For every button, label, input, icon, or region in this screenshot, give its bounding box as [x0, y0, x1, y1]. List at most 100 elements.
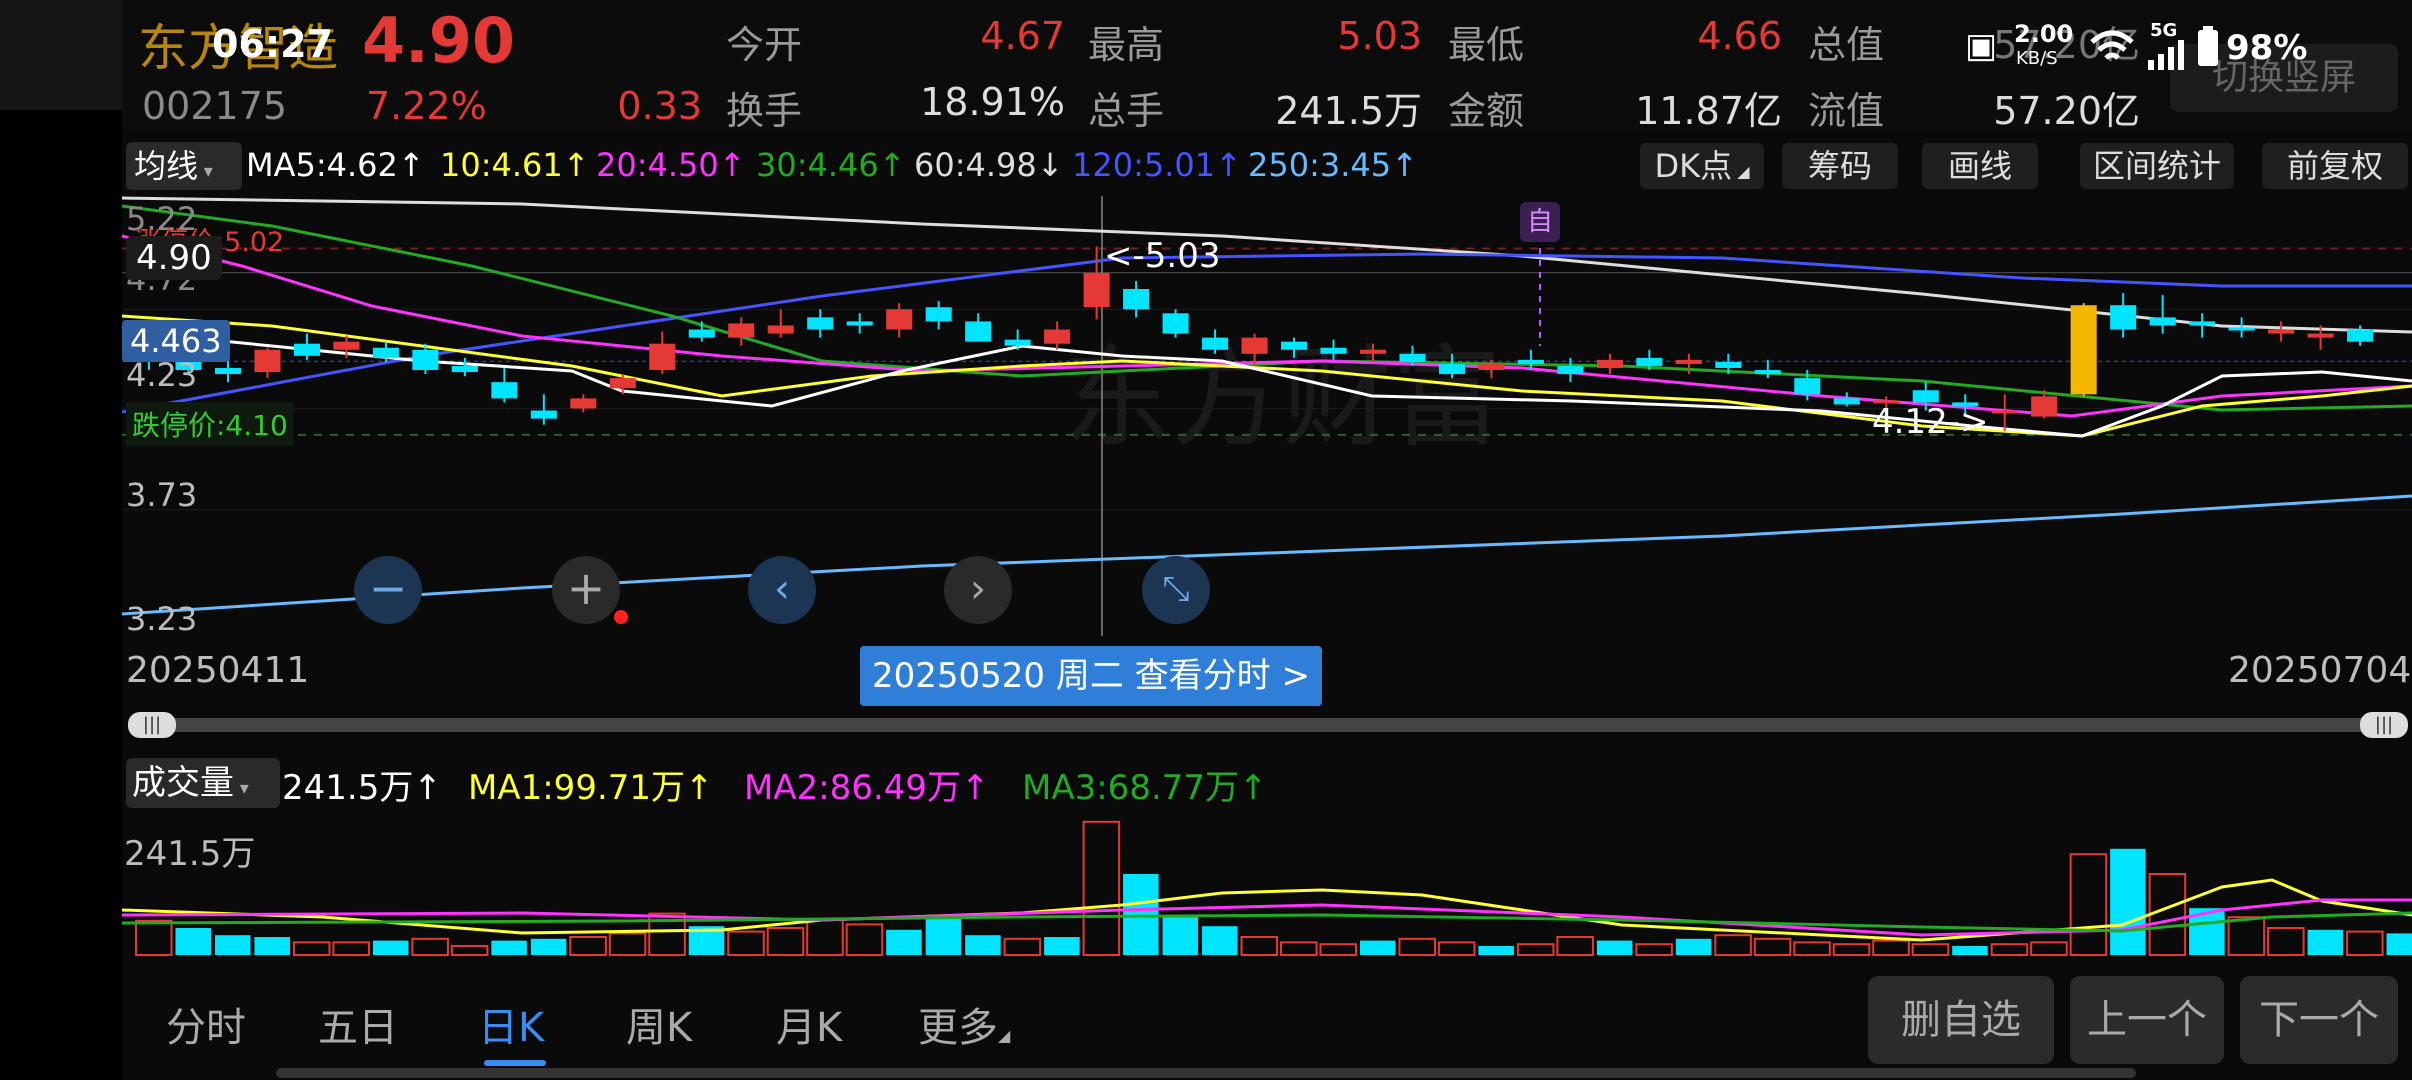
current-price-tag: 4.90	[126, 236, 222, 280]
previous-stock-button[interactable]: 上一个	[2070, 976, 2224, 1064]
turnover-label: 换手	[726, 89, 803, 133]
volume-bar	[2148, 873, 2187, 956]
candle-body	[372, 347, 399, 358]
volume-ma3: MA3:68.77万↑	[1022, 768, 1268, 808]
volume-bar	[2346, 930, 2384, 956]
volume-selector[interactable]: 成交量 ▾	[126, 758, 280, 808]
status-bar: ▣ 2.00 KB/S 5G 98%	[1930, 18, 2410, 78]
tab-five-day[interactable]: 五日	[318, 995, 398, 1053]
open-label: 今开	[726, 23, 803, 67]
status-time: 06:27	[212, 22, 333, 66]
candle-body	[767, 325, 794, 334]
next-stock-button[interactable]: 下一个	[2240, 976, 2398, 1064]
volume-bar	[135, 919, 173, 957]
range-handle-right[interactable]: |||	[2360, 712, 2408, 738]
draw-line-button[interactable]: 画线	[1922, 143, 2038, 189]
candle-body	[1320, 347, 1347, 354]
chips-button[interactable]: 筹码	[1782, 143, 1898, 189]
corner-triangle-icon: ◢	[998, 1026, 1011, 1045]
candle-body	[2347, 329, 2374, 342]
ma60-value: 60:4.98↓	[914, 146, 1064, 184]
wifi-icon	[2090, 30, 2134, 60]
candle-body	[1478, 363, 1505, 371]
volume-bar	[2069, 853, 2108, 957]
scroll-right-button[interactable]: ›	[944, 556, 1012, 624]
ma30-value: 30:4.46↑	[756, 146, 906, 184]
scroll-indicator	[276, 1068, 2136, 1078]
tab-intraday[interactable]: 分时	[166, 995, 246, 1053]
zoom-out-button[interactable]: −	[354, 556, 422, 624]
volume-bar	[1123, 874, 1159, 955]
volume-bar	[608, 932, 647, 956]
volume-bar	[1596, 940, 1633, 955]
kline-chart[interactable]: 东方财富	[122, 196, 2412, 636]
candle-body	[1438, 363, 1465, 375]
range-stats-button[interactable]: 区间统计	[2080, 143, 2234, 189]
tab-daily-k[interactable]: 日K	[478, 995, 544, 1053]
candle-body	[807, 317, 834, 330]
volume-bar	[1516, 943, 1555, 956]
candle-body	[1359, 349, 1387, 354]
candle-body	[728, 323, 755, 338]
candle-body	[1202, 337, 1229, 350]
candle-body	[1004, 339, 1031, 346]
volume-bar	[1280, 941, 1318, 956]
volume-bar	[1675, 938, 1712, 955]
ma-selector[interactable]: 均线 ▾	[126, 142, 242, 190]
open-value: 4.67	[980, 14, 1065, 58]
cursor-date-tip[interactable]: 20250520 周二 查看分时 >	[860, 646, 1322, 706]
left-strip-top	[0, 0, 122, 110]
volume-bar	[925, 919, 962, 955]
scroll-left-button[interactable]: ‹	[748, 556, 816, 624]
volume-bar	[372, 940, 409, 955]
adjust-mode-button[interactable]: 前复权	[2262, 143, 2408, 189]
candle-body	[1241, 337, 1268, 354]
ma250-line	[122, 494, 2412, 616]
volume-bar	[332, 941, 370, 956]
volume-bar	[1162, 917, 1199, 955]
candle-body	[2307, 333, 2334, 338]
net-speed: 2.00	[2014, 20, 2074, 48]
range-handle-left[interactable]: |||	[128, 712, 176, 738]
change-pct: 7.22%	[366, 84, 487, 128]
volume-bar	[450, 945, 489, 956]
volume-bar	[2227, 916, 2266, 956]
volume-bar	[1990, 943, 2029, 956]
candle-body	[254, 349, 281, 373]
remove-watchlist-button[interactable]: 删自选	[1868, 976, 2054, 1064]
float-cap-label: 流值	[1808, 89, 1885, 133]
dk-point-button[interactable]: DK点 ◢	[1640, 143, 1764, 189]
candle-body	[333, 341, 360, 350]
volume-bar	[1832, 943, 1871, 956]
candle-body	[1715, 361, 1742, 368]
low-label: 最低	[1448, 23, 1525, 67]
volume-bar	[727, 930, 765, 956]
low-value: 4.66	[1697, 14, 1782, 58]
candle-body	[1794, 378, 1821, 395]
signal-type: 5G	[2150, 20, 2178, 41]
volume-bar	[1556, 936, 1594, 956]
volume-bar	[1240, 936, 1279, 956]
volume-bar	[530, 938, 567, 955]
volume-bar	[1003, 937, 1042, 957]
tab-monthly-k[interactable]: 月K	[776, 995, 842, 1053]
candle-body	[2189, 321, 2216, 326]
volume-value: 241.5万	[1275, 89, 1422, 133]
range-scrollbar[interactable]	[128, 718, 2400, 732]
volume-bars	[135, 820, 2412, 957]
candle-body	[1912, 390, 1939, 403]
tab-more[interactable]: 更多◢	[918, 995, 1010, 1053]
volume-bar	[2267, 927, 2305, 956]
volume-bar	[1753, 937, 1792, 957]
volume-bar	[214, 935, 251, 955]
zoom-in-button[interactable]: +	[552, 556, 620, 624]
stock-code: 002175	[142, 84, 288, 128]
volume-bar	[1911, 943, 1950, 956]
candle-body	[886, 309, 913, 330]
fit-screen-icon[interactable]: ⤡	[1142, 556, 1210, 624]
y-label-4: 3.73	[126, 476, 198, 514]
tab-weekly-k[interactable]: 周K	[626, 995, 692, 1053]
candle-body	[1596, 359, 1623, 368]
volume-bar	[569, 936, 607, 956]
dk-point-label: DK点	[1654, 147, 1733, 185]
